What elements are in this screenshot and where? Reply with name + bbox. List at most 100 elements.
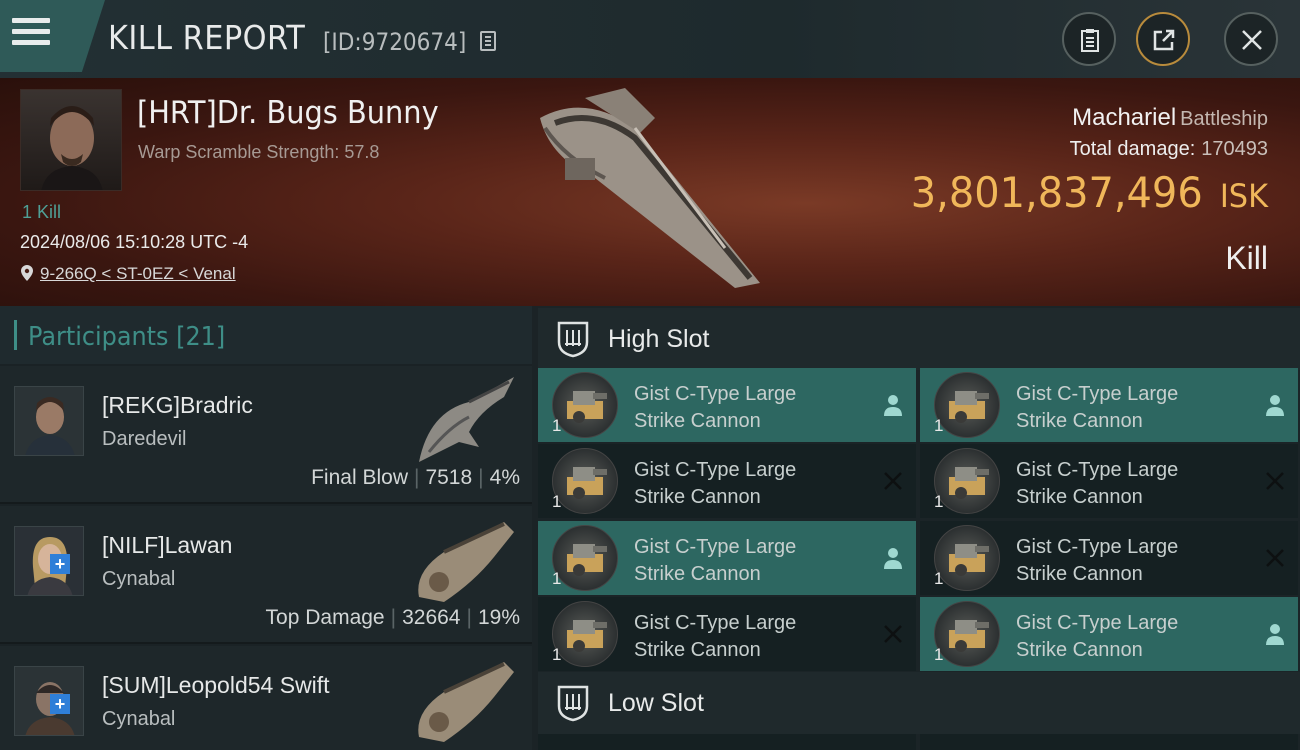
module-tile[interactable]: 1 Gist C-Type Large Strike Cannon [538, 521, 916, 595]
victim-ship[interactable]: Machariel Battleship [1072, 104, 1268, 132]
module-icon [934, 372, 1000, 438]
kill-datetime: 2024/08/06 15:10:28 UTC -4 [20, 232, 249, 252]
isk-unit: ISK [1219, 177, 1268, 215]
module-quantity: 1 [934, 569, 944, 588]
module-quantity: 1 [552, 492, 562, 511]
module-icon [552, 448, 618, 514]
module-name: Gist C-Type Large Strike Cannon [1016, 383, 1179, 432]
victim-portrait[interactable] [20, 89, 122, 191]
module-icon [934, 525, 1000, 591]
participant-row[interactable]: + [SUM]Leopold54 Swift Cynabal [0, 646, 532, 750]
participants-header: Participants [21] [0, 306, 532, 364]
module-tile[interactable] [920, 734, 1298, 750]
total-damage-value: 170493 [1201, 138, 1268, 160]
high-slot-icon [557, 321, 589, 358]
participant-damage: 32664 [402, 606, 461, 629]
kill-count: 1 Kill [22, 202, 62, 222]
module-name: Gist C-Type Large Strike Cannon [1016, 459, 1179, 508]
participant-name: [NILF]Lawan [102, 532, 233, 558]
module-quantity: 1 [552, 416, 562, 435]
module-tile[interactable]: 1 Gist C-Type Large Strike Cannon [920, 521, 1298, 595]
module-name: Gist C-Type Large Strike Cannon [634, 459, 797, 508]
total-damage-label: Total damage: [1069, 138, 1196, 160]
location-link[interactable]: 9-266Q < ST-0EZ < Venal [40, 264, 236, 283]
destroyed-x-icon [884, 625, 902, 643]
person-icon [1266, 395, 1284, 416]
low-slot-header: Low Slot [538, 672, 1300, 734]
module-quantity: 1 [934, 492, 944, 511]
participants-label: Participants [28, 322, 169, 352]
participant-ship-image [419, 377, 514, 462]
destroyed-x-icon [884, 472, 902, 490]
plus-badge-icon: + [50, 694, 70, 714]
module-icon [552, 372, 618, 438]
copy-icon[interactable] [480, 31, 496, 51]
module-tile[interactable]: 1 Gist C-Type Large Strike Cannon [920, 597, 1298, 671]
module-tile[interactable]: 1 Gist C-Type Large Strike Cannon [920, 444, 1298, 518]
participant-avatar [14, 386, 84, 456]
participant-ship: Cynabal [102, 568, 176, 590]
module-quantity: 1 [552, 569, 562, 588]
victim-ship-name: Machariel [1072, 104, 1177, 131]
destroyed-x-icon [1266, 472, 1284, 490]
module-tile[interactable]: 1 Gist C-Type Large Strike Cannon [538, 444, 916, 518]
high-slot-header: High Slot [538, 308, 1300, 370]
module-icon [934, 601, 1000, 667]
participant-stats: Top Damage | 32664 | 19% [265, 606, 520, 629]
clipboard-button[interactable] [1062, 12, 1116, 66]
module-name: Gist C-Type Large Strike Cannon [634, 612, 797, 661]
share-button[interactable] [1136, 12, 1190, 66]
participants-count: [21] [176, 322, 226, 352]
module-name: Gist C-Type Large Strike Cannon [1016, 536, 1179, 585]
module-quantity: 1 [934, 416, 944, 435]
isk-value: 3,801,837,496 ISK [911, 168, 1268, 217]
module-icon [552, 601, 618, 667]
participant-role: Top Damage [265, 606, 385, 629]
participant-name: [SUM]Leopold54 Swift [102, 672, 330, 698]
total-damage: Total damage: 170493 [1070, 138, 1268, 161]
person-icon [1266, 624, 1284, 645]
victim-ship-class: Battleship [1180, 108, 1268, 130]
participant-stats: Final Blow | 7518 | 4% [311, 466, 520, 489]
page-title: KILL REPORT [108, 18, 306, 57]
report-result: Kill [1225, 240, 1268, 276]
participant-role: Final Blow [311, 466, 408, 489]
module-tile[interactable]: 1 Gist C-Type Large Strike Cannon [538, 597, 916, 671]
participant-percent: 19% [477, 606, 520, 629]
victim-name[interactable]: [HRT]Dr. Bugs Bunny [137, 95, 439, 131]
isk-amount: 3,801,837,496 [910, 168, 1203, 217]
module-quantity: 1 [934, 645, 944, 664]
low-slot-title: Low Slot [608, 689, 704, 717]
participant-avatar [14, 526, 84, 596]
participant-ship: Cynabal [102, 708, 176, 730]
module-icon [934, 448, 1000, 514]
clipboard-icon [1081, 29, 1099, 52]
module-name: Gist C-Type Large Strike Cannon [634, 383, 797, 432]
low-slot-icon [557, 685, 589, 722]
participant-name: [REKG]Bradric [102, 392, 253, 418]
high-slot-title: High Slot [608, 325, 710, 353]
participant-avatar [14, 666, 84, 736]
location-pin-icon [21, 265, 33, 281]
close-button[interactable] [1224, 12, 1278, 66]
module-icon [552, 525, 618, 591]
hamburger-menu-icon[interactable] [12, 18, 52, 50]
participant-ship-image [418, 522, 514, 602]
victim-ship-image [540, 88, 760, 288]
participant-row[interactable]: [REKG]Bradric Daredevil Final Blow | 7518 |… [0, 366, 532, 504]
accent-bar [14, 320, 17, 350]
share-icon [1153, 29, 1175, 51]
module-name: Gist C-Type Large Strike Cannon [1016, 612, 1179, 661]
warp-scramble-strength: Warp Scramble Strength: 57.8 [138, 142, 380, 162]
report-id: [ID:9720674] [323, 28, 467, 56]
module-quantity: 1 [552, 645, 562, 664]
person-icon [884, 395, 902, 416]
module-tile[interactable]: 1 Gist C-Type Large Strike Cannon [920, 368, 1298, 442]
module-name: Gist C-Type Large Strike Cannon [634, 536, 797, 585]
module-tile[interactable]: 1 Gist C-Type Large Strike Cannon [538, 368, 916, 442]
kill-location[interactable]: 9-266Q < ST-0EZ < Venal [20, 264, 236, 284]
participant-damage: 7518 [425, 466, 473, 489]
module-tile[interactable] [538, 734, 916, 750]
participant-row[interactable]: + [NILF]Lawan Cynabal Top Damage | 32664 | 1… [0, 506, 532, 644]
plus-badge-icon: + [50, 554, 70, 574]
